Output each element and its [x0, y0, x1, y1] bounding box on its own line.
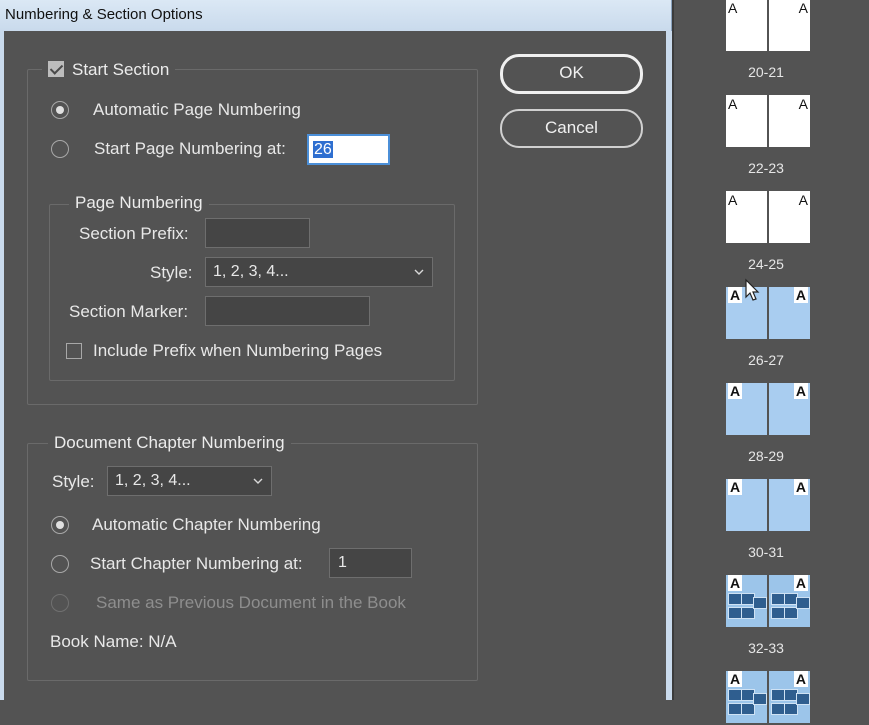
master-page-letter: A — [798, 0, 808, 16]
chapter-style-select[interactable]: 1, 2, 3, 4... — [107, 466, 272, 496]
start-section-legend: Start Section — [42, 59, 176, 80]
same-as-previous-radio — [51, 594, 69, 612]
section-prefix-label: Section Prefix: — [79, 224, 189, 243]
page-spread[interactable]: AA — [726, 383, 810, 437]
master-page-letter: A — [793, 671, 808, 687]
master-page-letter: A — [793, 383, 808, 399]
master-page-letter: A — [793, 287, 808, 303]
page-thumbnail-right[interactable]: A — [769, 287, 810, 339]
master-page-letter: A — [728, 671, 743, 687]
include-prefix-label[interactable]: Include Prefix when Numbering Pages — [93, 341, 382, 361]
auto-page-numbering-radio[interactable] — [51, 101, 69, 119]
chapter-style-value: 1, 2, 3, 4... — [115, 472, 191, 489]
cancel-button[interactable]: Cancel — [500, 109, 643, 148]
mouse-pointer-icon — [745, 278, 760, 301]
master-page-letter: A — [793, 575, 808, 591]
image-thumbnail-icon — [771, 593, 785, 605]
page-style-select[interactable]: 1, 2, 3, 4... — [205, 257, 433, 287]
start-page-numbering-radio[interactable] — [51, 140, 69, 158]
page-spread[interactable]: AA — [726, 671, 810, 725]
title-bar[interactable]: Numbering & Section Options — [0, 0, 672, 31]
image-thumbnail-icon — [796, 693, 810, 705]
page-thumbnail-right[interactable]: A — [769, 479, 810, 531]
spread-page-range-label: 22-23 — [748, 160, 784, 176]
book-name-label: Book Name: N/A — [50, 632, 177, 651]
spread-page-range-label: 30-31 — [748, 544, 784, 560]
start-page-number-value: 26 — [313, 141, 333, 158]
master-page-letter: A — [728, 96, 738, 112]
image-thumbnail-icon — [753, 597, 767, 609]
image-thumbnail-icon — [728, 607, 742, 619]
auto-chapter-numbering-label[interactable]: Automatic Chapter Numbering — [92, 515, 321, 535]
page-thumbnail-left[interactable]: A — [726, 95, 767, 147]
master-page-letter: A — [728, 479, 743, 495]
chapter-style-label: Style: — [52, 472, 95, 491]
page-thumbnail-left[interactable]: A — [726, 575, 767, 627]
page-spread[interactable]: AA — [726, 479, 810, 533]
image-thumbnail-icon — [771, 607, 785, 619]
master-page-letter: A — [728, 383, 743, 399]
start-page-number-input[interactable]: 26 — [307, 134, 390, 165]
window-title: Numbering & Section Options — [5, 6, 203, 23]
master-page-letter: A — [798, 96, 808, 112]
spread-page-range-label: 20-21 — [748, 64, 784, 80]
page-spread[interactable]: AA — [726, 95, 810, 149]
image-thumbnail-icon — [796, 597, 810, 609]
include-prefix-checkbox[interactable] — [66, 343, 82, 359]
page-thumbnail-left[interactable]: A — [726, 671, 767, 723]
page-thumbnail-right[interactable]: A — [769, 671, 810, 723]
page-thumbnail-left[interactable]: A — [726, 191, 767, 243]
page-thumbnail-left[interactable]: A — [726, 383, 767, 435]
ok-button[interactable]: OK — [500, 54, 643, 94]
page-spread[interactable]: AA — [726, 575, 810, 629]
page-spread[interactable]: AA — [726, 191, 810, 245]
page-thumbnail-right[interactable]: A — [769, 95, 810, 147]
image-thumbnail-icon — [728, 593, 742, 605]
same-as-previous-label: Same as Previous Document in the Book — [96, 593, 406, 612]
page-thumbnail-right[interactable]: A — [769, 0, 810, 51]
start-section-label: Start Section — [72, 60, 170, 79]
chevron-down-icon — [414, 269, 424, 275]
chevron-down-icon — [253, 478, 263, 484]
image-thumbnail-icon — [753, 693, 767, 705]
master-page-letter: A — [728, 287, 743, 303]
start-page-numbering-label[interactable]: Start Page Numbering at: — [94, 139, 286, 159]
master-page-letter: A — [728, 192, 738, 208]
master-page-letter: A — [798, 192, 808, 208]
page-style-label: Style: — [150, 263, 193, 282]
master-page-letter: A — [728, 575, 743, 591]
page-spread[interactable]: AA — [726, 0, 810, 53]
page-spread[interactable]: AA — [726, 287, 810, 341]
auto-chapter-numbering-radio[interactable] — [51, 516, 69, 534]
master-page-letter: A — [793, 479, 808, 495]
spread-page-range-label: 26-27 — [748, 352, 784, 368]
chapter-numbering-legend: Document Chapter Numbering — [48, 433, 291, 453]
start-chapter-number-input[interactable]: 1 — [329, 548, 412, 578]
page-thumbnail-right[interactable]: A — [769, 383, 810, 435]
section-marker-input[interactable] — [205, 296, 370, 326]
spread-page-range-label: 32-33 — [748, 640, 784, 656]
image-thumbnail-icon — [771, 703, 785, 715]
page-thumbnail-right[interactable]: A — [769, 191, 810, 243]
section-marker-label: Section Marker: — [69, 302, 189, 321]
auto-page-numbering-label[interactable]: Automatic Page Numbering — [93, 100, 301, 120]
start-section-checkbox[interactable] — [48, 61, 64, 77]
image-thumbnail-icon — [771, 689, 785, 701]
page-thumbnail-right[interactable]: A — [769, 575, 810, 627]
image-thumbnail-icon — [728, 703, 742, 715]
section-prefix-input[interactable] — [205, 218, 310, 248]
page-thumbnail-left[interactable]: A — [726, 479, 767, 531]
master-page-letter: A — [728, 0, 738, 16]
page-style-value: 1, 2, 3, 4... — [213, 263, 289, 280]
image-thumbnail-icon — [728, 689, 742, 701]
start-chapter-numbering-label[interactable]: Start Chapter Numbering at: — [90, 554, 303, 574]
page-numbering-legend: Page Numbering — [69, 193, 209, 213]
spread-page-range-label: 28-29 — [748, 448, 784, 464]
numbering-section-dialog: Start Section Automatic Page Numbering S… — [4, 31, 666, 700]
page-thumbnail-left[interactable]: A — [726, 0, 767, 51]
start-chapter-numbering-radio[interactable] — [51, 555, 69, 573]
spread-page-range-label: 24-25 — [748, 256, 784, 272]
